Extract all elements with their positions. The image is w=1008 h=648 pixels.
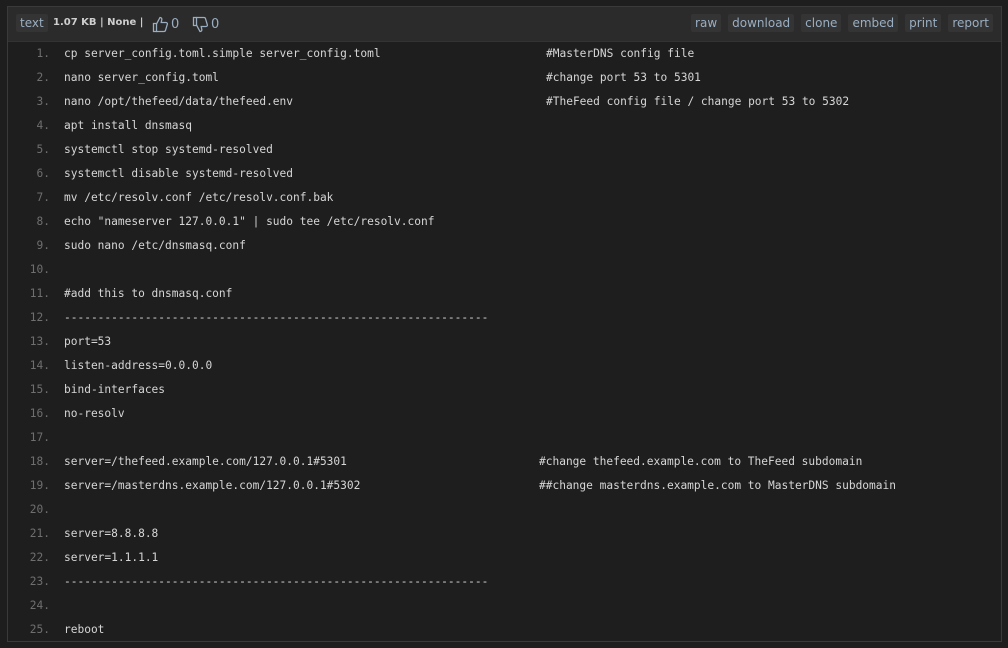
code-line: 2. nano server_config.toml #change port 53… — [8, 66, 1001, 90]
line-number: 2. — [36, 71, 50, 84]
clone-button[interactable]: clone — [801, 14, 842, 32]
paste-meta: 1.07 KB | None | — [53, 17, 144, 28]
code-line: 19. server=/masterdns.example.com/127.0.0… — [8, 474, 1001, 498]
line-code: port=53 — [64, 335, 112, 348]
code-line: 4. apt install dnsmasq — [8, 114, 1001, 138]
line-code: systemctl disable systemd-resolved — [64, 167, 294, 180]
line-number: 22. — [29, 551, 50, 564]
line-code: nano server_config.toml — [64, 71, 219, 84]
paste-actions: raw download clone embed print report — [691, 14, 993, 32]
line-code: bind-interfaces — [64, 383, 166, 396]
code-line: 21. server=8.8.8.8 — [8, 522, 1001, 546]
print-button[interactable]: print — [905, 14, 942, 32]
line-number: 3. — [36, 95, 50, 108]
line-code: sudo nano /etc/dnsmasq.conf — [64, 239, 246, 252]
line-number: 23. — [29, 575, 50, 588]
code-line: 6. systemctl disable systemd-resolved — [8, 162, 1001, 186]
line-code: server=/thefeed.example.com/127.0.0.1#53… — [64, 455, 347, 468]
code-line: 10. — [8, 258, 1001, 282]
line-code: reboot — [64, 623, 105, 636]
line-number: 19. — [29, 479, 50, 492]
paste-toolbar: text 1.07 KB | None | 0 0 raw download c… — [8, 7, 1001, 42]
code-line: 13. port=53 — [8, 330, 1001, 354]
download-button[interactable]: download — [728, 14, 795, 32]
code-line: 9. sudo nano /etc/dnsmasq.conf — [8, 234, 1001, 258]
paste-container: text 1.07 KB | None | 0 0 raw download c… — [7, 6, 1002, 642]
code-line: 8. echo "nameserver 127.0.0.1" | sudo tee… — [8, 210, 1001, 234]
line-code: cp server_config.toml.simple server_conf… — [64, 47, 381, 60]
code-line: 22. server=1.1.1.1 — [8, 546, 1001, 570]
line-number: 18. — [29, 455, 50, 468]
thumbs-up-icon — [152, 16, 168, 33]
code-line: 11. #add this to dnsmasq.conf — [8, 282, 1001, 306]
code-line: 1. cp server_config.toml.simple server_co… — [8, 42, 1001, 66]
line-code: ----------------------------------------… — [64, 311, 489, 324]
line-code: no-resolv — [64, 407, 125, 420]
dislike-button[interactable]: 0 — [192, 14, 219, 34]
embed-button[interactable]: embed — [848, 14, 899, 32]
line-number: 25. — [29, 623, 50, 636]
code-view: 1. cp server_config.toml.simple server_co… — [8, 42, 1001, 641]
line-code: echo "nameserver 127.0.0.1" | sudo tee /… — [64, 215, 435, 228]
line-number: 21. — [29, 527, 50, 540]
line-number: 1. — [36, 47, 50, 60]
line-number: 6. — [36, 167, 50, 180]
code-line: 24. — [8, 594, 1001, 618]
code-line: 5. systemctl stop systemd-resolved — [8, 138, 1001, 162]
code-line: 7. mv /etc/resolv.conf /etc/resolv.conf.b… — [8, 186, 1001, 210]
line-comment: #MasterDNS config file — [546, 47, 695, 60]
line-number: 20. — [29, 503, 50, 516]
line-code: #add this to dnsmasq.conf — [64, 287, 233, 300]
code-line: 17. — [8, 426, 1001, 450]
line-code: apt install dnsmasq — [64, 119, 192, 132]
report-button[interactable]: report — [948, 14, 993, 32]
like-count: 0 — [171, 16, 180, 32]
line-code: server=8.8.8.8 — [64, 527, 159, 540]
line-number: 13. — [29, 335, 50, 348]
line-comment: #change port 53 to 5301 — [546, 71, 701, 84]
line-code: mv /etc/resolv.conf /etc/resolv.conf.bak — [64, 191, 334, 204]
line-code: systemctl stop systemd-resolved — [64, 143, 273, 156]
line-code: listen-address=0.0.0.0 — [64, 359, 213, 372]
dislike-count: 0 — [211, 16, 220, 32]
line-number: 24. — [29, 599, 50, 612]
code-line: 12. -------------------------------------… — [8, 306, 1001, 330]
line-number: 10. — [29, 263, 50, 276]
code-line: 20. — [8, 498, 1001, 522]
line-number: 7. — [36, 191, 50, 204]
line-number: 16. — [29, 407, 50, 420]
code-line: 16. no-resolv — [8, 402, 1001, 426]
line-number: 4. — [36, 119, 50, 132]
line-comment: ##change masterdns.example.com to Master… — [539, 479, 896, 492]
line-number: 11. — [29, 287, 50, 300]
code-line: 23. -------------------------------------… — [8, 570, 1001, 594]
code-line: 25. reboot — [8, 618, 1001, 641]
line-code: nano /opt/thefeed/data/thefeed.env — [64, 95, 294, 108]
like-button[interactable]: 0 — [152, 14, 179, 34]
thumbs-down-icon — [192, 16, 208, 33]
line-number: 12. — [29, 311, 50, 324]
raw-button[interactable]: raw — [691, 14, 722, 32]
code-line: 18. server=/thefeed.example.com/127.0.0.1… — [8, 450, 1001, 474]
code-line: 14. listen-address=0.0.0.0 — [8, 354, 1001, 378]
line-number: 8. — [36, 215, 50, 228]
line-number: 17. — [29, 431, 50, 444]
line-number: 15. — [29, 383, 50, 396]
line-number: 5. — [36, 143, 50, 156]
code-line: 3. nano /opt/thefeed/data/thefeed.env #The… — [8, 90, 1001, 114]
line-comment: #TheFeed config file / change port 53 to… — [546, 95, 850, 108]
line-number: 14. — [29, 359, 50, 372]
line-code: server=1.1.1.1 — [64, 551, 159, 564]
code-line: 15. bind-interfaces — [8, 378, 1001, 402]
line-code: server=/masterdns.example.com/127.0.0.1#… — [64, 479, 361, 492]
line-code: ----------------------------------------… — [64, 575, 489, 588]
line-number: 9. — [36, 239, 50, 252]
syntax-button[interactable]: text — [16, 14, 48, 32]
line-comment: #change thefeed.example.com to TheFeed s… — [539, 455, 863, 468]
